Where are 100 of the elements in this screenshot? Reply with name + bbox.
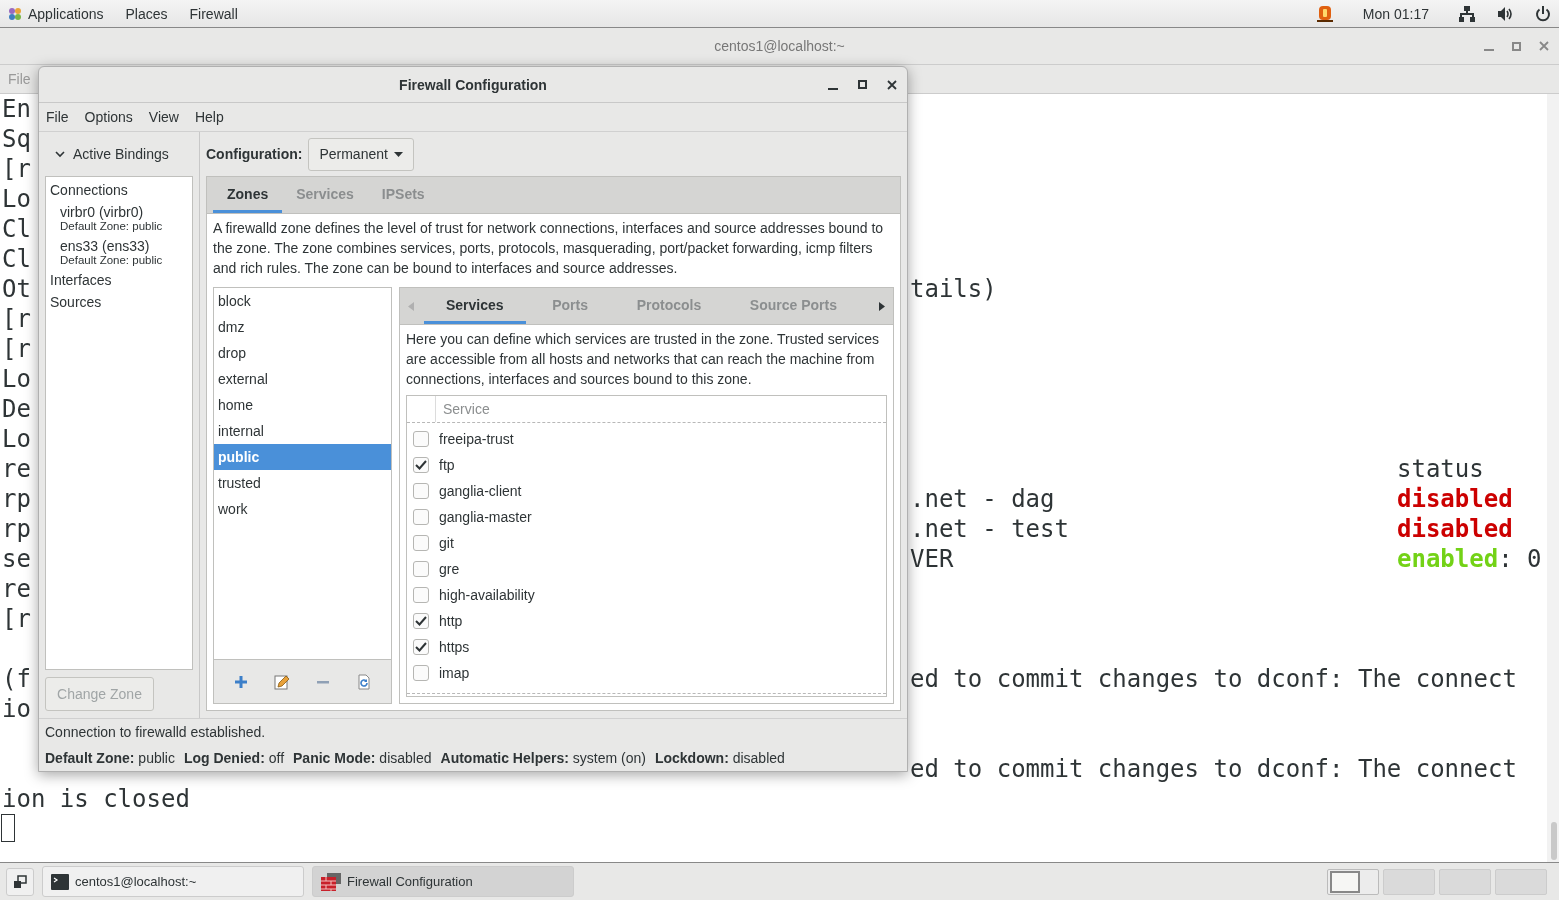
terminal-text: Lo xyxy=(2,365,31,393)
zone-item[interactable]: internal xyxy=(214,418,391,444)
menu-item[interactable]: Help xyxy=(194,109,224,125)
window-title: centos1@localhost:~ xyxy=(714,38,845,54)
edit-icon[interactable] xyxy=(273,673,290,690)
checkbox[interactable] xyxy=(413,639,429,655)
checkbox[interactable] xyxy=(413,561,429,577)
connection-item[interactable]: ens33 (ens33) Default Zone: public xyxy=(46,235,192,269)
connection-item[interactable]: virbr0 (virbr0) Default Zone: public xyxy=(46,201,192,235)
terminal-text: Lo xyxy=(2,425,31,453)
checkbox[interactable] xyxy=(413,431,429,447)
workspace-button[interactable] xyxy=(1327,868,1379,895)
service-name: high-availability xyxy=(439,587,535,603)
menu-item[interactable]: Applications xyxy=(8,5,104,22)
zone-item[interactable]: home xyxy=(214,392,391,418)
network-icon[interactable] xyxy=(1459,5,1475,22)
terminal-text: rp xyxy=(2,485,31,513)
terminal-text: ed to commit changes to dconf: The connect xyxy=(910,755,1517,783)
zone-item[interactable]: work xyxy=(214,496,391,522)
window-thumbnail xyxy=(1330,870,1360,893)
terminal-text: status xyxy=(1397,455,1484,483)
scroll-left-icon[interactable] xyxy=(408,301,414,311)
zone-item[interactable]: trusted xyxy=(214,470,391,496)
zone-item[interactable]: external xyxy=(214,366,391,392)
tab[interactable]: Zones xyxy=(213,177,283,213)
terminal-text: Sq xyxy=(2,125,31,153)
zone-item[interactable]: drop xyxy=(214,340,391,366)
caret-icon xyxy=(393,151,403,157)
taskbar-button[interactable]: Firewall Configuration xyxy=(312,866,574,897)
menu-item[interactable]: File xyxy=(46,109,69,125)
terminal-text: io xyxy=(2,695,31,723)
menu-item[interactable]: Options xyxy=(84,109,133,125)
chevron-icon xyxy=(55,149,65,159)
show-desktop-button[interactable] xyxy=(6,867,34,896)
service-name: gre xyxy=(439,561,460,577)
service-name: https xyxy=(439,639,470,655)
terminal-text: (f xyxy=(2,665,31,693)
menu-item[interactable]: View xyxy=(148,109,179,125)
service-name: ftp xyxy=(439,457,455,473)
volume-icon[interactable] xyxy=(1497,5,1513,22)
status-item: Log Denied: off xyxy=(183,750,284,766)
terminal-text: Lo xyxy=(2,185,31,213)
service-name: ganglia-client xyxy=(439,483,522,499)
tab[interactable]: Services xyxy=(424,288,526,324)
zone-item[interactable]: dmz xyxy=(214,314,391,340)
close-icon[interactable] xyxy=(887,79,897,90)
status-message: Connection to firewalld established. xyxy=(45,724,267,740)
terminal-text: VER xyxy=(910,545,954,573)
checkbox[interactable] xyxy=(413,509,429,525)
terminal-text: De xyxy=(2,395,31,423)
menu-item[interactable]: Firewall xyxy=(189,5,238,22)
checkbox[interactable] xyxy=(413,665,429,681)
terminal-text: ion is closed xyxy=(2,785,190,813)
apps-icon xyxy=(8,6,22,21)
menu-item[interactable]: Places xyxy=(125,5,168,22)
terminal-text: : 0 xyxy=(1498,545,1542,573)
scrollbar[interactable] xyxy=(1547,94,1559,862)
terminal-text: tails) xyxy=(910,275,997,303)
checkbox[interactable] xyxy=(413,483,429,499)
terminal-text: [r xyxy=(2,605,31,633)
clock[interactable]: Mon 01:17 xyxy=(1362,5,1429,22)
description-text: Here you can define which services are trusted in the zone. Trusted services are accessible from all hosts and networks that can reach the machine from connections, interfaces and sources bound to this zone. xyxy=(405,330,881,389)
bindings-expander[interactable]: Active Bindings xyxy=(45,132,193,176)
windows-icon xyxy=(13,874,27,889)
checkbox[interactable] xyxy=(413,457,429,473)
service-name: freeipa-trust xyxy=(439,431,514,447)
firewall-icon xyxy=(321,872,341,891)
field-label: Configuration: xyxy=(206,146,303,162)
power-icon[interactable] xyxy=(1535,5,1551,22)
configuration-dropdown[interactable]: Permanent xyxy=(308,137,414,171)
scroll-right-icon[interactable] xyxy=(879,301,885,311)
terminal-text: .net - test xyxy=(910,515,1069,543)
description-text: A firewalld zone defines the level of trust for network connections, interfaces and source addresses bound to the zone. The zone combines services, ports, protocols, masquerading, port/packet forwarding, icmp filters and rich rules. The zone can be bound to interfaces and source addresses. xyxy=(212,219,885,278)
terminal-text: re xyxy=(2,575,31,603)
terminal-text: [r xyxy=(2,305,31,333)
service-name: imap xyxy=(439,665,470,681)
status-item: Lockdown: disabled xyxy=(654,750,785,766)
text-cursor xyxy=(1,814,15,842)
checkbox[interactable] xyxy=(413,613,429,629)
reload-icon[interactable] xyxy=(356,673,373,690)
terminal-text: Ot xyxy=(2,275,31,303)
zone-item[interactable]: block xyxy=(214,288,391,314)
add-icon[interactable] xyxy=(232,673,249,690)
terminal-text: disabled xyxy=(1397,485,1513,513)
terminal-text: .net - dag xyxy=(910,485,1055,513)
terminal-text: re xyxy=(2,455,31,483)
terminal-text: se xyxy=(2,545,31,573)
service-name: git xyxy=(439,535,454,551)
list-header: Sources xyxy=(49,293,103,312)
taskbar-button[interactable]: centos1@localhost:~ xyxy=(42,866,304,897)
service-name: http xyxy=(439,613,463,629)
checkbox[interactable] xyxy=(413,535,429,551)
terminal-text: rp xyxy=(2,515,31,543)
terminal-text: enabled xyxy=(1397,545,1499,573)
list-header: Interfaces xyxy=(49,271,113,290)
checkbox[interactable] xyxy=(413,587,429,603)
terminal-icon xyxy=(51,873,69,890)
maximize-icon[interactable] xyxy=(858,80,867,89)
terminal-text: Cl xyxy=(2,245,31,273)
terminal-text: Cl xyxy=(2,215,31,243)
